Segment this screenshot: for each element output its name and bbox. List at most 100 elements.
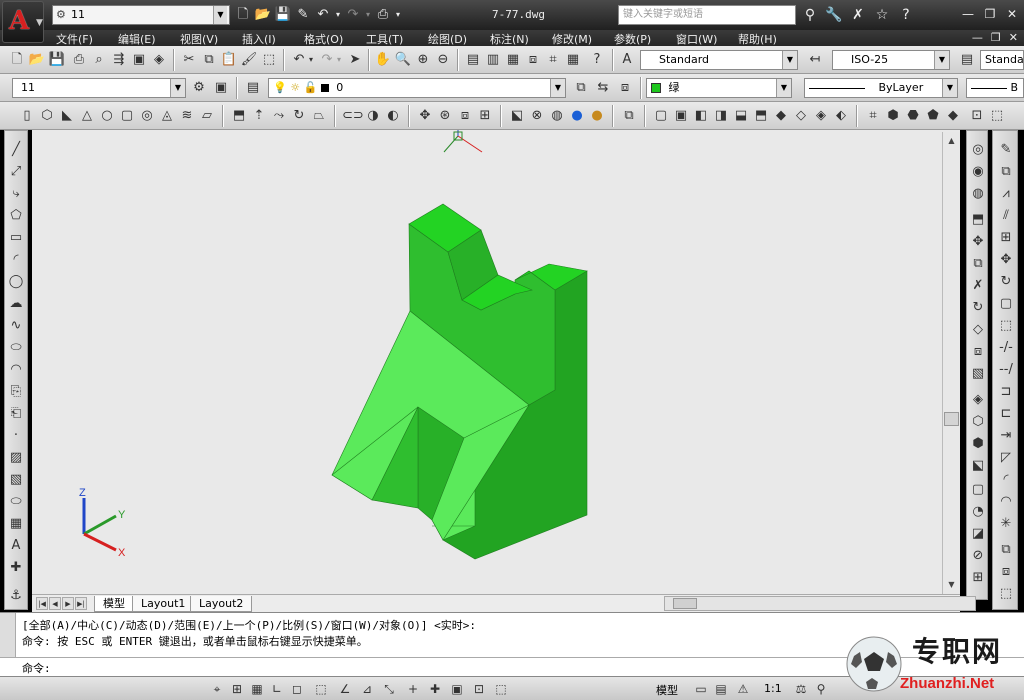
mirror-icon[interactable]: ⩘	[997, 185, 1015, 203]
plot-preview-icon[interactable]: ⌕	[90, 51, 108, 69]
paste-icon[interactable]: 📋	[220, 51, 238, 69]
tab-layout1[interactable]: Layout1	[132, 596, 195, 612]
chevron-down-icon[interactable]: ▼	[776, 79, 791, 97]
selection-cycling-icon[interactable]: ⊡	[470, 680, 488, 698]
model-space-label[interactable]: 模型	[656, 682, 678, 698]
3d-osnap-icon[interactable]: ⬚	[312, 680, 330, 698]
union-icon[interactable]: ◎	[969, 141, 987, 159]
shell-icon[interactable]: ⬕	[969, 457, 987, 475]
chamfer-edges-icon[interactable]: ◪	[969, 525, 987, 543]
chevron-down-icon[interactable]: ▼	[942, 79, 957, 97]
pan-icon[interactable]: ✋	[374, 51, 392, 69]
open-icon[interactable]: 📂	[28, 51, 46, 69]
realistic-icon[interactable]: ●	[568, 107, 586, 125]
zoom-realtime-icon[interactable]: 🔍	[394, 51, 412, 69]
arc-icon[interactable]: ◜	[7, 251, 25, 269]
rotate-icon[interactable]: ↻	[997, 273, 1015, 291]
circle-icon[interactable]: ◯	[7, 273, 25, 291]
gradient-icon[interactable]: ▧	[7, 471, 25, 489]
snap-icon[interactable]: ⌖	[208, 680, 226, 698]
layer-previous-icon[interactable]: ⇆	[594, 79, 612, 97]
table-style-icon[interactable]: ▤	[958, 51, 976, 69]
text-style-icon[interactable]: A	[618, 51, 636, 69]
view-bottom-icon[interactable]: ▣	[672, 107, 690, 125]
point-icon[interactable]: ·	[7, 427, 25, 445]
object-snap-icon[interactable]: ◻	[288, 680, 306, 698]
trim-icon[interactable]: -/-	[997, 339, 1015, 357]
annotation-visibility-icon[interactable]: ⚖	[792, 680, 810, 698]
layer-states-icon[interactable]: ⧈	[616, 79, 634, 97]
menu-window[interactable]: 窗口(W)	[676, 31, 717, 47]
menu-parametric[interactable]: 参数(P)	[614, 31, 651, 47]
rectangle-icon[interactable]: ▭	[7, 229, 25, 247]
2d-wireframe-icon[interactable]: ⊗	[528, 107, 546, 125]
break-icon[interactable]: ⊏	[997, 405, 1015, 423]
separate-icon[interactable]: ⬢	[969, 435, 987, 453]
walk-icon[interactable]: ⬣	[904, 107, 922, 125]
offset-icon[interactable]: ⫽	[997, 207, 1015, 225]
visual-styles-manager-icon[interactable]: ⧉	[620, 107, 638, 125]
annotation-monitor-icon[interactable]: ⬚	[492, 680, 510, 698]
open-icon[interactable]: 📂	[254, 6, 272, 24]
qnew-icon[interactable]: 🗋	[8, 51, 26, 69]
color-combo[interactable]: 绿 ▼	[646, 78, 792, 98]
menu-draw[interactable]: 绘图(D)	[428, 31, 467, 47]
table-style-combo[interactable]: Standa	[980, 50, 1024, 70]
doc-close-icon[interactable]: ✕	[1009, 31, 1018, 44]
binoculars-icon[interactable]: ⚲	[800, 5, 820, 25]
section-plane-icon[interactable]: ⊞	[969, 569, 987, 587]
copy-icon[interactable]: ⧉	[200, 51, 218, 69]
cone-icon[interactable]: △	[78, 107, 96, 125]
sw-isometric-icon[interactable]: ◆	[772, 107, 790, 125]
undo-dropdown-icon[interactable]: ▾	[334, 6, 342, 24]
print-icon[interactable]: ⎙	[374, 6, 392, 24]
scroll-up-icon[interactable]: ▲	[944, 134, 959, 148]
chevron-down-icon[interactable]: ▼	[170, 79, 185, 97]
chevron-down-icon[interactable]: ▼	[213, 6, 227, 24]
named-views-icon[interactable]: ⌗	[864, 107, 882, 125]
doc-restore-icon[interactable]: ❐	[991, 31, 1001, 44]
ellipse-icon[interactable]: ⬭	[7, 339, 25, 357]
grid-icon[interactable]: ⊞	[228, 680, 246, 698]
helix-icon[interactable]: ≋	[178, 107, 196, 125]
customize-icon[interactable]: ▣	[212, 79, 230, 97]
lineweight-combo[interactable]: B	[966, 78, 1024, 98]
scroll-thumb[interactable]	[944, 412, 959, 426]
lineweight-icon[interactable]: +	[404, 680, 422, 698]
join-icon[interactable]: ⇥	[997, 427, 1015, 445]
calculator-icon[interactable]: ▦	[564, 51, 582, 69]
intersect-icon[interactable]: ◍	[969, 185, 987, 203]
3d-rotate-icon[interactable]: ⊛	[436, 107, 454, 125]
object-snap-tracking-icon[interactable]: ∠	[336, 680, 354, 698]
view-back-icon[interactable]: ⬒	[752, 107, 770, 125]
next-tab-icon[interactable]: ▶	[62, 597, 74, 610]
menu-file[interactable]: 文件(F)	[56, 31, 93, 47]
subtract-icon[interactable]: ◉	[969, 163, 987, 181]
drawing-canvas[interactable]: Z Y X	[32, 130, 960, 594]
make-block-icon[interactable]: ⎗	[7, 405, 25, 423]
chevron-down-icon[interactable]: ▼	[782, 51, 797, 69]
se-isometric-icon[interactable]: ◇	[792, 107, 810, 125]
camera-icon[interactable]: ⬢	[884, 107, 902, 125]
properties-icon[interactable]: ▤	[464, 51, 482, 69]
fly-icon[interactable]: ⬟	[924, 107, 942, 125]
publish-icon[interactable]: ⇶	[110, 51, 128, 69]
move-icon[interactable]: ✥	[997, 251, 1015, 269]
break-at-point-icon[interactable]: ⊐	[997, 383, 1015, 401]
fillet-edges-icon[interactable]: ◔	[969, 503, 987, 521]
design-center-icon[interactable]: ▥	[484, 51, 502, 69]
revision-cloud-icon[interactable]: ☁	[7, 295, 25, 313]
ortho-icon[interactable]: ▦	[248, 680, 266, 698]
taper-faces-icon[interactable]: ◇	[969, 321, 987, 339]
search-input[interactable]: 键入关键字或短语	[618, 5, 796, 25]
extrude-icon[interactable]: ⬒	[230, 107, 248, 125]
workspace-combo[interactable]: ⚙ 11 ▼	[52, 5, 230, 25]
tab-model[interactable]: 模型	[94, 596, 134, 612]
sheet-set-icon[interactable]: ⧈	[524, 51, 542, 69]
rotate-faces-icon[interactable]: ↻	[969, 299, 987, 317]
conceptual-icon[interactable]: ●	[588, 107, 606, 125]
shell-icon[interactable]: ⬕	[508, 107, 526, 125]
layer-combo[interactable]: 💡 ☼ 🔓 0 ▼	[268, 78, 566, 98]
help-icon[interactable]: ?	[896, 5, 916, 25]
command-window-grip[interactable]	[0, 613, 16, 657]
